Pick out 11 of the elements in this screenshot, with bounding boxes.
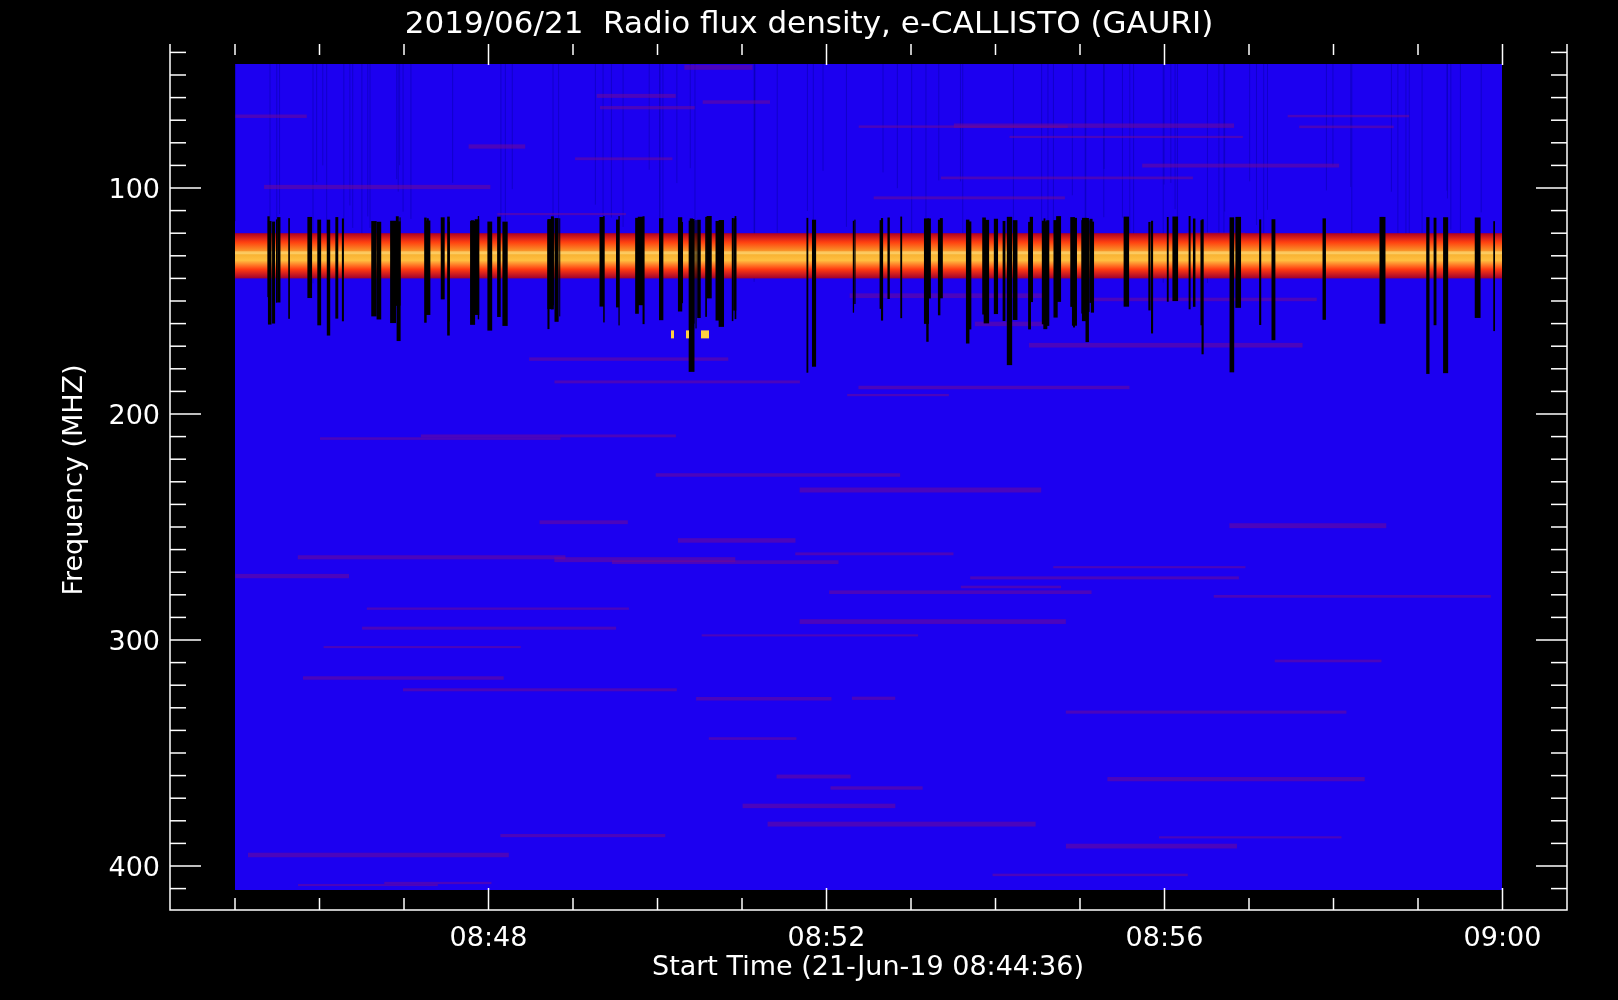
x-tick-label: 08:48 <box>449 921 528 952</box>
x-tick-label: 09:00 <box>1463 921 1542 952</box>
chart-title: 2019/06/21 Radio flux density, e-CALLISTO (GAURI) <box>403 3 1215 42</box>
x-tick-label: 08:56 <box>1125 921 1204 952</box>
y-tick-label: 400 <box>108 851 160 882</box>
y-axis-label: Frequency (MHZ) <box>57 364 88 596</box>
y-tick-label: 300 <box>108 625 160 656</box>
y-tick-label: 200 <box>108 399 160 430</box>
x-axis-label: Start Time (21-Jun-19 08:44:36) <box>652 950 1084 981</box>
x-tick-label: 08:52 <box>787 921 866 952</box>
y-tick-label: 100 <box>108 173 160 204</box>
